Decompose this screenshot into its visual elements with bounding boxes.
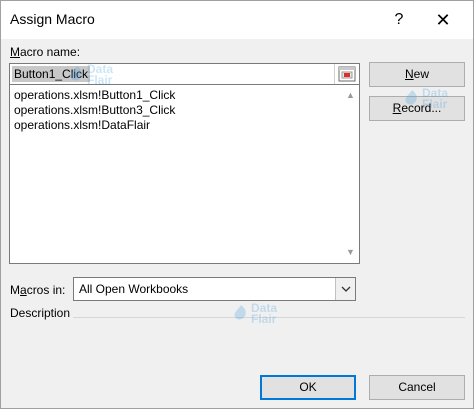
new-button-rest: ew bbox=[413, 67, 429, 81]
close-button[interactable]: ✕ bbox=[432, 9, 454, 31]
scroll-up-icon[interactable]: ▲ bbox=[346, 91, 355, 100]
macro-name-label-rest: acro name: bbox=[20, 45, 81, 59]
watermark-line1: Data bbox=[251, 301, 278, 315]
dataflair-logo-icon bbox=[234, 305, 246, 320]
ok-button[interactable]: OK bbox=[260, 375, 356, 400]
record-button-accel: R bbox=[392, 101, 402, 115]
new-button-accel: N bbox=[404, 67, 414, 81]
macros-in-label-accel: a bbox=[20, 283, 27, 297]
vertical-scrollbar[interactable]: ▲ ▼ bbox=[342, 85, 359, 262]
macro-name-label-accel: M bbox=[10, 45, 20, 59]
list-item[interactable]: operations.xlsm!Button3_Click bbox=[14, 103, 175, 118]
watermark-line2: Flair bbox=[251, 312, 277, 326]
macro-list[interactable]: operations.xlsm!Button1_Click operations… bbox=[9, 85, 360, 264]
description-label: Description bbox=[10, 306, 71, 320]
dialog-title: Assign Macro bbox=[10, 11, 95, 27]
chevron-down-icon bbox=[341, 286, 351, 292]
description-divider bbox=[73, 317, 465, 318]
macro-name-label: Macro name: bbox=[10, 45, 80, 59]
macros-in-label: Macros in: bbox=[10, 283, 65, 297]
collapse-dialog-icon[interactable] bbox=[334, 64, 358, 84]
record-button-rest: ecord... bbox=[401, 101, 442, 115]
list-item[interactable]: operations.xlsm!DataFlair bbox=[14, 118, 150, 133]
macro-name-input[interactable]: Button1_Click bbox=[9, 63, 360, 85]
record-button[interactable]: Record... bbox=[369, 96, 465, 121]
macros-in-label-rest: cros in: bbox=[26, 283, 66, 297]
cancel-button[interactable]: Cancel bbox=[369, 375, 465, 400]
new-button[interactable]: New bbox=[369, 62, 465, 87]
title-bar: Assign Macro ? ✕ bbox=[1, 1, 473, 39]
macro-name-value: Button1_Click bbox=[12, 66, 91, 82]
macros-in-label-prefix: M bbox=[10, 283, 20, 297]
macros-in-value: All Open Workbooks bbox=[79, 282, 189, 296]
help-button[interactable]: ? bbox=[388, 9, 410, 31]
macros-in-select[interactable]: All Open Workbooks bbox=[73, 277, 356, 301]
dropdown-button[interactable] bbox=[335, 278, 355, 300]
list-item[interactable]: operations.xlsm!Button1_Click bbox=[14, 88, 175, 103]
scroll-down-icon[interactable]: ▼ bbox=[346, 248, 355, 257]
assign-macro-dialog: Assign Macro ? ✕ Macro name: Button1_Cli… bbox=[0, 0, 474, 409]
dataflair-watermark: Data Flair bbox=[233, 302, 277, 325]
watermark-text: Data Flair bbox=[251, 301, 278, 326]
